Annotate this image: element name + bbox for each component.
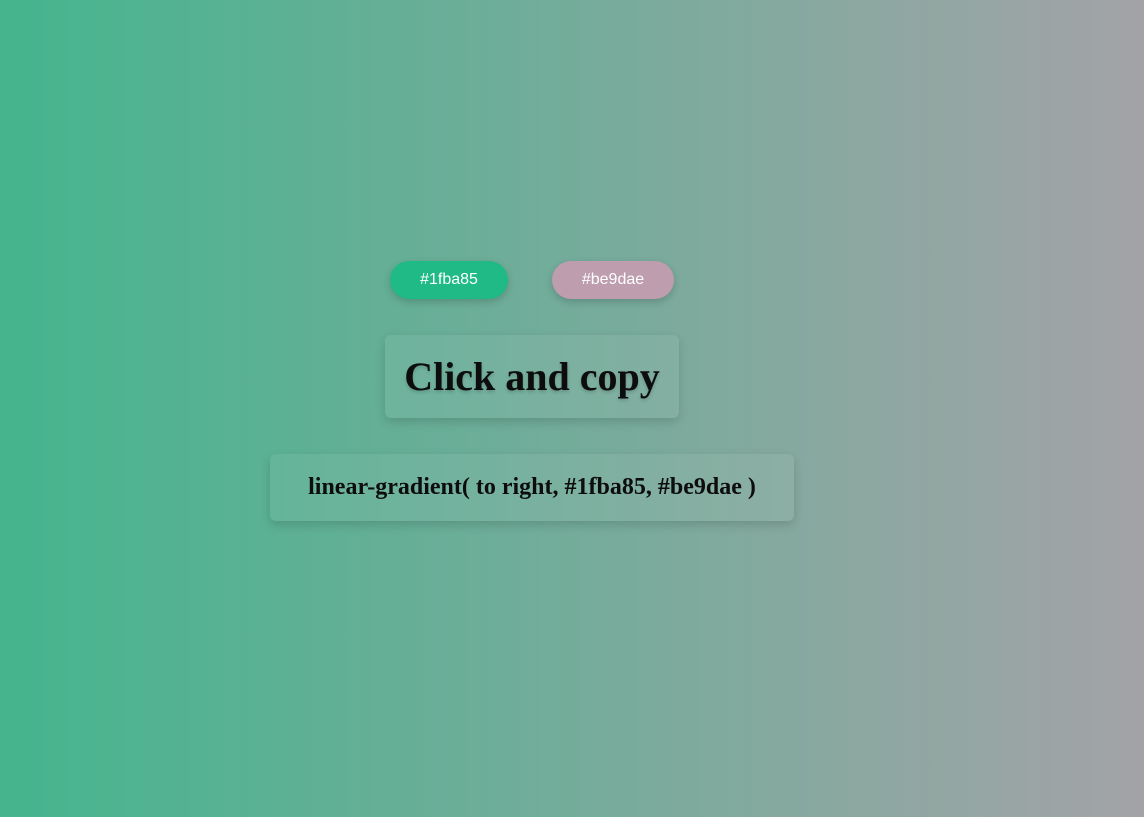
copy-button[interactable]: Click and copy <box>385 335 679 418</box>
color-picker-button-second[interactable]: #be9dae <box>552 261 674 299</box>
copy-button-label: Click and copy <box>404 354 660 399</box>
gradient-code-box[interactable]: linear-gradient( to right, #1fba85, #be9… <box>270 454 794 521</box>
gradient-code-text: linear-gradient( to right, #1fba85, #be9… <box>308 474 756 500</box>
color-picker-button-first[interactable]: #1fba85 <box>390 261 508 299</box>
